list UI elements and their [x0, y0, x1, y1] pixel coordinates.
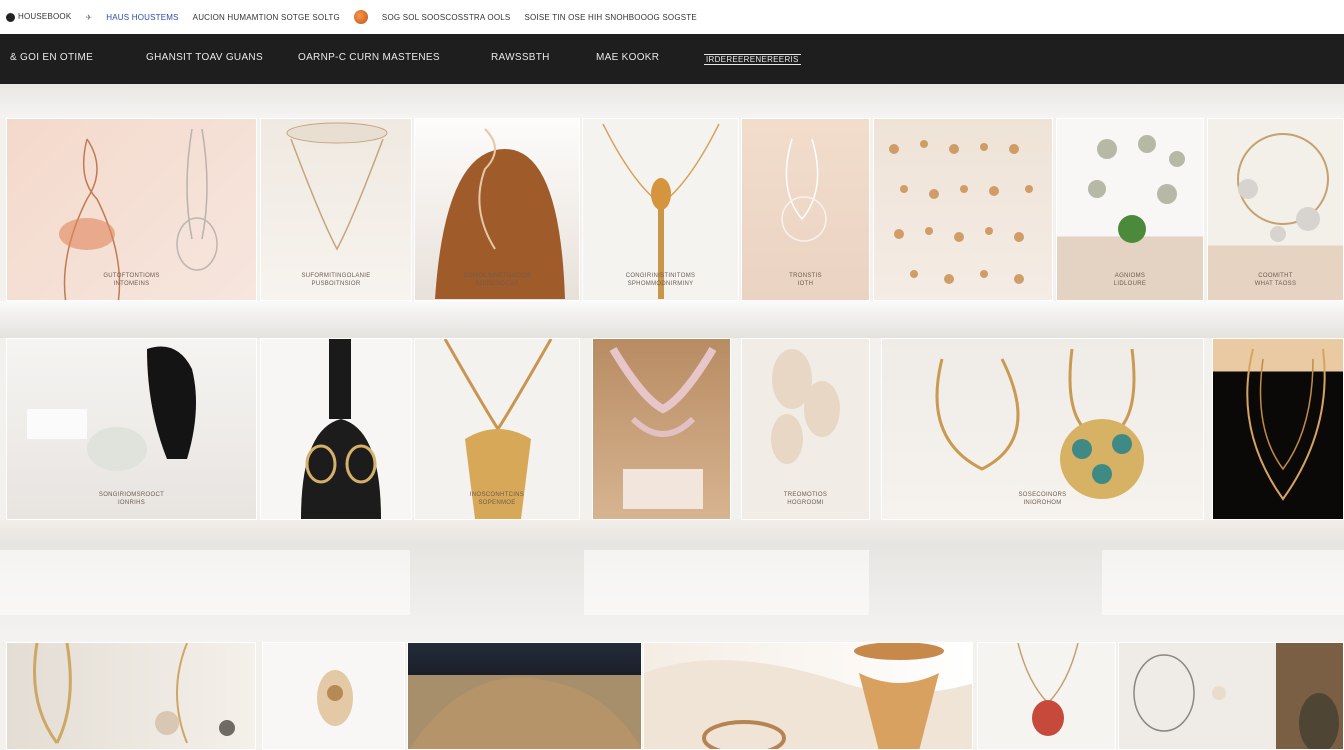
hero-band	[0, 84, 1344, 118]
product-caption: GUTOFTONTIOMS INTOMEINS	[103, 273, 160, 287]
nav-item-go-online[interactable]: & GOI EN OTIME	[10, 52, 93, 63]
utility-link-sog[interactable]: SOG SOL SOOSCOSSTRA OOLS	[382, 13, 511, 22]
product-tile[interactable]: SOMOCSINETONCOS SOIRCSOCAS	[414, 118, 580, 301]
product-tile[interactable]	[1118, 642, 1344, 750]
product-tile[interactable]: SONGIRIOMSROOCT IONRIHS	[6, 338, 257, 520]
utility-link-housebook[interactable]: HOUSEBOOK	[6, 12, 71, 22]
product-tile[interactable]	[407, 642, 642, 750]
product-image	[1133, 654, 1339, 749]
utility-bar: HOUSEBOOK ✈ HAUS HOUSTEMS AUCION HUMAMTI…	[0, 0, 1344, 34]
nav-item-ghansit[interactable]: GHANSIT TOAV GUANS	[146, 52, 263, 63]
utility-link-houstems[interactable]: HAUS HOUSTEMS	[106, 13, 178, 22]
nav-item-account[interactable]: IRDEREERENEREERIS	[704, 54, 801, 65]
nav-item-mae-kookr[interactable]: MAE KOOKR	[596, 52, 659, 63]
product-row-1: GUTOFTONTIOMS INTOMEINS SUFORMITINGOLANIE…	[0, 118, 1344, 301]
promo-panel	[584, 550, 869, 615]
product-tile[interactable]	[6, 642, 256, 750]
product-tile[interactable]	[260, 338, 412, 520]
product-tile[interactable]	[1212, 338, 1344, 520]
product-tile[interactable]: SUFORMITINGOLANIE PUSBOITNSIOR	[260, 118, 412, 301]
product-tile[interactable]	[873, 118, 1053, 301]
product-caption: CONGIRINISTINITOMS SPHOMMODNIRMINY	[625, 273, 696, 287]
brand-badge-icon	[353, 10, 368, 24]
product-image	[33, 643, 235, 744]
product-tile[interactable]: CONGIRINISTINITOMS SPHOMMODNIRMINY	[582, 118, 739, 301]
product-caption: SONGIRIOMSROOCT IONRIHS	[98, 492, 165, 506]
product-image	[609, 346, 717, 509]
product-tile[interactable]: SOSECOINORS INIOROHOM	[881, 338, 1204, 520]
product-tile[interactable]: INOSCONHTCINS SOPENMOE	[414, 338, 580, 520]
product-caption: SOSECOINORS INIOROHOM	[1018, 492, 1067, 506]
product-caption: SOMOCSINETONCOS SOIRCSOCAS	[463, 273, 531, 287]
main-navigation: & GOI EN OTIME GHANSIT TOAV GUANS OARNP-…	[0, 34, 1344, 84]
product-caption: INOSCONHTCINS SOPENMOE	[469, 492, 525, 506]
product-tile[interactable]	[592, 338, 731, 520]
product-image	[1017, 643, 1079, 736]
product-row-3	[0, 642, 1344, 750]
product-image	[889, 140, 1033, 284]
product-image	[1246, 348, 1326, 501]
product-caption: TREOMOTIOS HOGROOMI	[783, 492, 828, 506]
logo-icon	[6, 12, 15, 22]
nav-item-rawssbth[interactable]: RAWSSBTH	[491, 52, 550, 63]
utility-link-auction[interactable]: AUCION HUMAMTION SOTGE SOLTG	[193, 13, 340, 22]
product-image	[317, 670, 353, 726]
product-caption: COOMITHT WHAT TAOSS	[1254, 273, 1297, 287]
shelf-divider	[0, 520, 1344, 642]
product-caption: TRONSTIS IOTH	[789, 273, 822, 287]
product-tile[interactable]: COOMITHT WHAT TAOSS	[1207, 118, 1344, 301]
promo-panel	[1102, 550, 1344, 615]
product-tile[interactable]	[643, 642, 973, 750]
product-tile[interactable]: AGNIOMS LIDLOURE	[1056, 118, 1204, 301]
utility-link-soise[interactable]: SOISE TIN OSE HIH SNOHBOOOG SOGSTE	[524, 13, 696, 22]
product-tile[interactable]	[977, 642, 1116, 750]
product-tile[interactable]: TREOMOTIOS HOGROOMI	[741, 338, 870, 520]
product-tile[interactable]	[262, 642, 405, 750]
product-tile[interactable]: TRONSTIS IOTH	[741, 118, 870, 301]
promo-panel	[0, 550, 410, 615]
product-image	[409, 677, 641, 749]
product-row-2: SONGIRIOMSROOCT IONRIHS INOSCONHTCINS SOPE…	[0, 338, 1344, 520]
product-tile[interactable]: GUTOFTONTIOMS INTOMEINS	[6, 118, 257, 301]
pin-icon: ✈	[85, 12, 93, 22]
product-image	[301, 339, 381, 519]
nav-item-oarnp[interactable]: OARNP-C CURN MASTENES	[298, 52, 440, 63]
product-caption: SUFORMITINGOLANIE PUSBOITNSIOR	[301, 273, 371, 287]
product-image	[644, 643, 972, 749]
shelf-divider	[0, 301, 1344, 338]
product-caption: AGNIOMS LIDLOURE	[1113, 273, 1147, 287]
